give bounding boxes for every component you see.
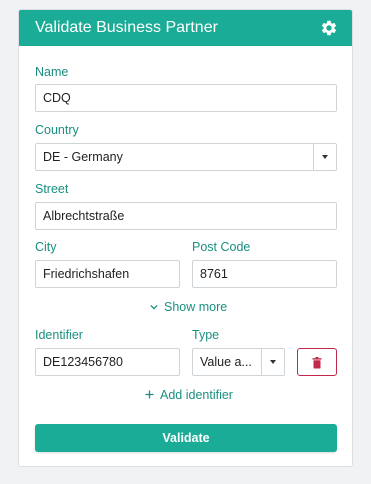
add-identifier-label: Add identifier [160, 388, 233, 402]
show-more-link[interactable]: Show more [150, 300, 227, 314]
name-label: Name [35, 65, 69, 79]
card-header: Validate Business Partner [19, 10, 352, 46]
chevron-down-icon [150, 300, 158, 314]
chevron-down-icon[interactable] [261, 349, 284, 375]
street-label: Street [35, 182, 69, 196]
name-input[interactable]: CDQ [35, 84, 337, 112]
card-title: Validate Business Partner [35, 19, 218, 36]
post-code-input[interactable]: 8761 [192, 260, 337, 288]
street-input[interactable]: Albrechtstraße [35, 202, 337, 230]
add-identifier-link[interactable]: Add identifier [145, 388, 233, 402]
city-label: City [35, 240, 57, 254]
type-label: Type [192, 328, 220, 342]
show-more-label: Show more [164, 300, 228, 314]
identifier-input[interactable]: DE123456780 [35, 348, 180, 376]
city-input[interactable]: Friedrichshafen [35, 260, 180, 288]
trash-icon [312, 356, 322, 374]
gear-icon[interactable] [320, 19, 338, 37]
validate-business-partner-card: Validate Business Partner Name CDQ Count… [18, 9, 353, 467]
country-label: Country [35, 123, 79, 137]
validate-button[interactable]: Validate [35, 424, 337, 452]
type-select[interactable]: Value a... [192, 348, 285, 376]
country-select-value: DE - Germany [43, 150, 123, 164]
identifier-label: Identifier [35, 328, 83, 342]
delete-identifier-button[interactable] [297, 348, 337, 376]
post-code-label: Post Code [192, 240, 251, 254]
type-select-value: Value a... [200, 355, 252, 369]
chevron-down-icon[interactable] [313, 144, 336, 170]
country-select[interactable]: DE - Germany [35, 143, 337, 171]
plus-icon [145, 388, 154, 402]
